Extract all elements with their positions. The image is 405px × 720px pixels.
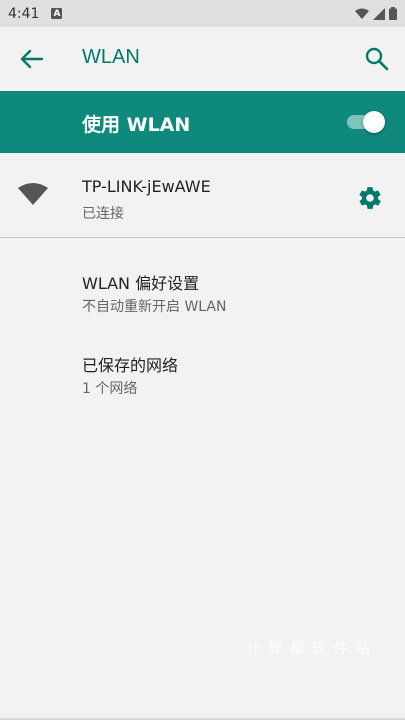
battery-icon [389, 7, 397, 20]
wifi-signal-icon [18, 183, 48, 205]
app-notification-icon: A [51, 8, 63, 19]
arrow-back-icon[interactable] [18, 47, 46, 71]
pref-title: 已保存的网络 [82, 356, 179, 375]
wlan-preferences-item[interactable]: WLAN 偏好设置 不自动重新开启 WLAN [0, 250, 405, 320]
watermark: 什 算 都 软 件 站 [246, 639, 371, 657]
search-icon[interactable] [363, 45, 391, 73]
network-status: 已连接 [82, 206, 124, 222]
pref-subtitle: 不自动重新开启 WLAN [82, 299, 227, 315]
cellular-signal-icon [373, 7, 385, 20]
use-wlan-switch-bar[interactable]: 使用 WLAN [0, 91, 405, 153]
pref-title: WLAN 偏好设置 [82, 274, 200, 293]
use-wlan-label: 使用 WLAN [82, 114, 191, 136]
saved-networks-item[interactable]: 已保存的网络 1 个网络 [0, 332, 405, 402]
status-bar: 4:41 A [0, 0, 405, 27]
status-time: 4:41 [8, 5, 40, 22]
gear-icon[interactable] [357, 185, 383, 211]
wifi-status-icon [355, 8, 369, 19]
pref-subtitle: 1 个网络 [82, 381, 138, 397]
wlan-toggle[interactable] [345, 110, 385, 134]
page-title: WLAN [82, 46, 140, 68]
connected-network-item[interactable]: TP-LINK-jEwAWE 已连接 [0, 153, 405, 238]
status-icons [355, 7, 397, 20]
network-name: TP-LINK-jEwAWE [82, 177, 211, 196]
app-bar: WLAN [0, 27, 405, 91]
toggle-thumb [363, 111, 385, 133]
